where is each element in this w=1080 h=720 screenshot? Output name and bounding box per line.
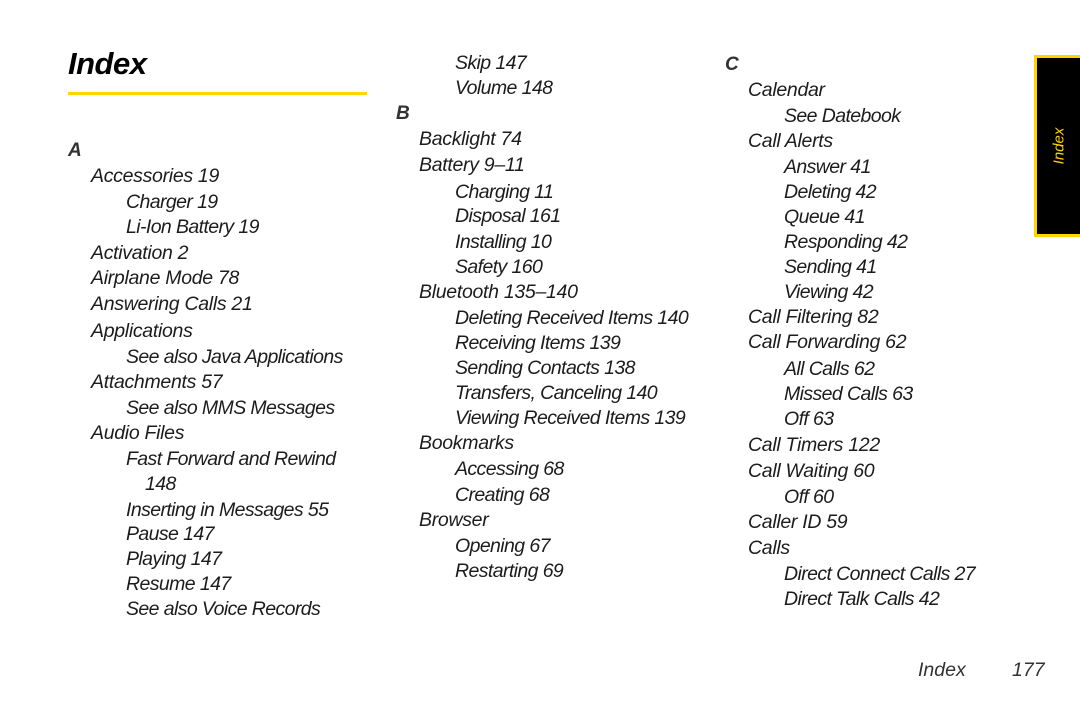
index-entry: Bookmarks bbox=[419, 432, 514, 454]
index-entry: Call Timers 122 bbox=[748, 434, 880, 456]
index-subentry: Accessing 68 bbox=[455, 458, 564, 480]
index-subentry: Disposal 161 bbox=[455, 205, 561, 227]
index-subentry: See also Java Applications bbox=[126, 346, 343, 368]
index-subentry: Direct Connect Calls 27 bbox=[784, 563, 976, 585]
index-subentry: Inserting in Messages 55 bbox=[126, 499, 329, 521]
index-subentry: All Calls 62 bbox=[784, 358, 875, 380]
index-subentry: Missed Calls 63 bbox=[784, 383, 913, 405]
index-subentry: Answer 41 bbox=[784, 156, 871, 178]
index-subentry: Receiving Items 139 bbox=[455, 332, 621, 354]
index-subentry: Resume 147 bbox=[126, 573, 231, 595]
index-subentry: Charging 11 bbox=[455, 181, 554, 203]
index-entry: Answering Calls 21 bbox=[91, 293, 253, 315]
index-entry: Call Filtering 82 bbox=[748, 306, 879, 328]
section-letter: B bbox=[396, 103, 410, 124]
section-letter: A bbox=[68, 140, 82, 161]
index-subentry: Off 63 bbox=[784, 408, 834, 430]
index-subentry: Creating 68 bbox=[455, 484, 550, 506]
index-entry: Accessories 19 bbox=[91, 165, 220, 187]
side-tab-label: Index bbox=[1050, 127, 1067, 165]
index-entry: Calendar bbox=[748, 79, 825, 101]
index-entry: Caller ID 59 bbox=[748, 511, 848, 533]
page-title: Index bbox=[68, 46, 147, 81]
footer-page-number: 177 bbox=[1012, 659, 1045, 681]
index-subentry: Opening 67 bbox=[455, 535, 550, 557]
index-entry: Applications bbox=[91, 320, 193, 342]
index-entry: Audio Files bbox=[91, 422, 185, 444]
index-subentry: Direct Talk Calls 42 bbox=[784, 588, 940, 610]
index-subentry: Off 60 bbox=[784, 486, 834, 508]
index-subentry: Pause 147 bbox=[126, 523, 214, 545]
index-subentry: Skip 147 bbox=[455, 52, 527, 74]
index-subentry: Installing 10 bbox=[455, 231, 552, 253]
section-letter: C bbox=[725, 54, 739, 75]
index-entry: Attachments 57 bbox=[91, 371, 223, 393]
index-subentry: Volume 148 bbox=[455, 77, 553, 99]
index-subentry: Viewing 42 bbox=[784, 281, 874, 303]
index-subentry: Restarting 69 bbox=[455, 560, 564, 582]
index-subentry: Deleting 42 bbox=[784, 181, 877, 203]
index-entry: Battery 9–11 bbox=[419, 154, 525, 176]
index-subentry: See also MMS Messages bbox=[126, 397, 335, 419]
index-entry: Call Waiting 60 bbox=[748, 460, 875, 482]
index-subentry: Li-Ion Battery 19 bbox=[126, 216, 259, 238]
index-subentry: Playing 147 bbox=[126, 548, 222, 570]
index-subentry: Transfers, Canceling 140 bbox=[455, 382, 658, 404]
index-entry: Call Alerts bbox=[748, 130, 833, 152]
index-subentry: Responding 42 bbox=[784, 231, 908, 253]
index-subentry: Fast Forward and Rewind bbox=[126, 448, 336, 470]
index-entry: Calls bbox=[748, 537, 790, 559]
index-entry: Backlight 74 bbox=[419, 128, 522, 150]
index-subentry: See also Voice Records bbox=[126, 598, 321, 620]
index-entry: Airplane Mode 78 bbox=[91, 267, 240, 289]
index-subentry: Charger 19 bbox=[126, 191, 218, 213]
index-subentry: Safety 160 bbox=[455, 256, 543, 278]
footer-section-label: Index bbox=[918, 659, 966, 681]
index-subentry: See Datebook bbox=[784, 105, 901, 127]
title-underline bbox=[68, 92, 367, 95]
index-subentry: Sending 41 bbox=[784, 256, 877, 278]
index-entry: Browser bbox=[419, 509, 489, 531]
index-entry: Bluetooth 135–140 bbox=[419, 281, 578, 303]
index-subentry: Viewing Received Items 139 bbox=[455, 407, 686, 429]
index-subentry: 148 bbox=[145, 473, 176, 495]
side-tab-index[interactable]: Index bbox=[1034, 55, 1080, 237]
index-subentry: Sending Contacts 138 bbox=[455, 357, 635, 379]
index-subentry: Queue 41 bbox=[784, 206, 865, 228]
index-entry: Call Forwarding 62 bbox=[748, 331, 907, 353]
index-subentry: Deleting Received Items 140 bbox=[455, 307, 689, 329]
index-entry: Activation 2 bbox=[91, 242, 189, 264]
